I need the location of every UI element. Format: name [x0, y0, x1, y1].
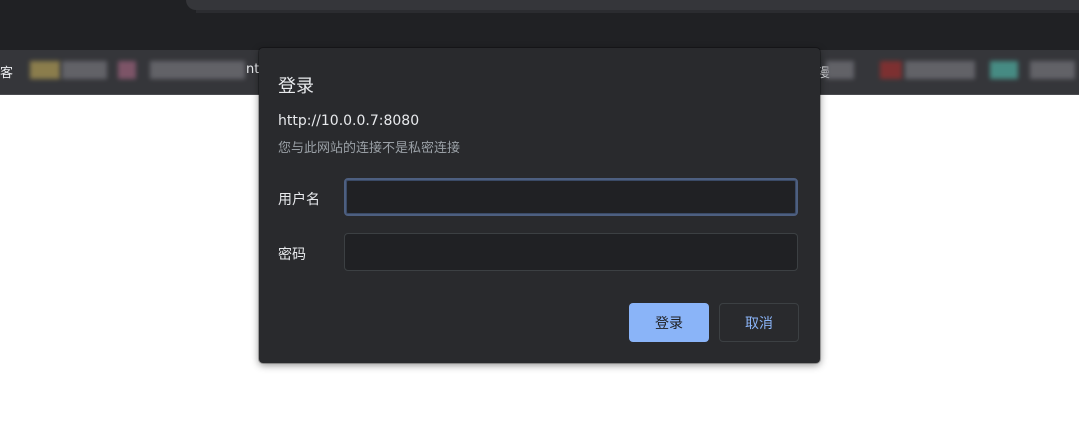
active-tab[interactable] [186, 0, 1079, 10]
tab-divider [196, 10, 1079, 13]
bookmark-label-fragment[interactable]: nt [246, 62, 259, 77]
bookmark-blurred-text[interactable] [62, 61, 107, 79]
bookmark-blurred-text[interactable] [150, 61, 245, 79]
username-input[interactable] [344, 178, 798, 216]
browser-tabstrip [0, 0, 1079, 50]
dialog-title: 登录 [278, 76, 314, 97]
connection-warning: 您与此网站的连接不是私密连接 [278, 141, 461, 156]
bookmark-blurred-icon[interactable] [30, 61, 60, 79]
bookmark-blurred-text[interactable] [905, 61, 975, 79]
login-button[interactable]: 登录 [629, 303, 709, 342]
username-label: 用户名 [278, 192, 320, 208]
bookmark-blurred-icon[interactable] [118, 61, 136, 79]
cancel-button[interactable]: 取消 [719, 303, 799, 342]
bookmark-blurred-icon[interactable] [990, 61, 1018, 79]
bookmark-blurred-icon[interactable] [880, 61, 902, 79]
bookmark-blurred-text[interactable] [826, 61, 854, 79]
bookmark-blurred-text[interactable] [1030, 61, 1075, 79]
login-dialog: 登录 http://10.0.0.7:8080 您与此网站的连接不是私密连接 用… [259, 48, 820, 363]
password-label: 密码 [278, 247, 306, 263]
bookmark-label-fragment[interactable]: 客 [0, 62, 13, 81]
site-origin: http://10.0.0.7:8080 [278, 113, 420, 129]
password-input[interactable] [344, 233, 798, 271]
